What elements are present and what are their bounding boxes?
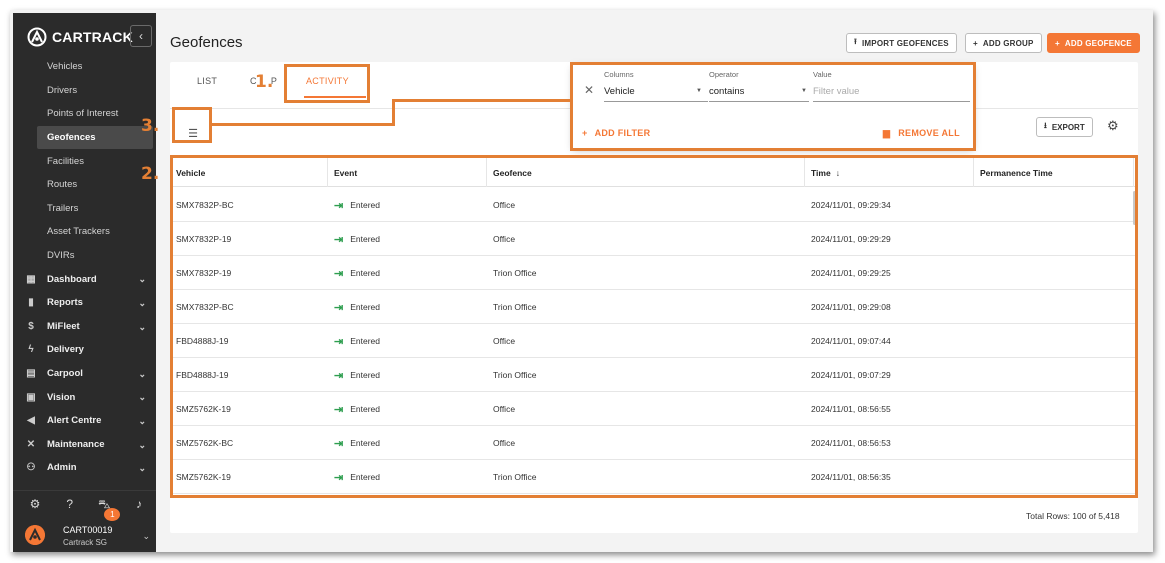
sidebar-item-label: Delivery [47, 344, 84, 356]
tab-list[interactable]: LIST [197, 76, 217, 86]
sidebar-item-reports[interactable]: ▮ Reports ⌄ [13, 291, 156, 315]
sidebar-item-maintenance[interactable]: ✕ Maintenance ⌄ [13, 433, 156, 457]
sidebar-item-trailers[interactable]: Trailers [13, 197, 156, 221]
collapse-sidebar-button[interactable]: ‹ [130, 25, 152, 47]
cartrack-logo[interactable]: CARTRACK [27, 25, 133, 49]
highlight-box-activity-tab [284, 64, 370, 103]
cartrack-logo-icon [27, 27, 47, 47]
account-name: CART00019 [63, 525, 113, 535]
plus-icon: + [973, 38, 978, 48]
sidebar-item-label: Maintenance [47, 438, 105, 450]
sidebar-item-label: Dashboard [47, 273, 97, 285]
sidebar-item-asset-trackers[interactable]: Asset Trackers [13, 220, 156, 244]
sidebar-item-label: Alert Centre [47, 415, 102, 427]
account-switcher[interactable]: CART00019 Cartrack SG ⌄ [25, 523, 150, 549]
add-group-button[interactable]: + ADD GROUP [965, 33, 1042, 53]
highlight-box-filter-icon [172, 107, 212, 143]
sidebar-item-dvirs[interactable]: DVIRs [13, 244, 156, 268]
sidebar-item-points-of-interest[interactable]: Points of Interest [13, 102, 156, 126]
highlight-box-filter-panel [570, 62, 976, 151]
sidebar-item-label: Carpool [47, 368, 83, 380]
page-title: Geofences [170, 34, 243, 51]
gear-icon[interactable]: ⚙ [1107, 118, 1119, 134]
dollar-icon: $ [28, 320, 34, 332]
button-label: ADD GEOFENCE [1064, 38, 1132, 48]
download-icon: ⭳ [1044, 121, 1047, 130]
sidebar-item-carpool[interactable]: ▤ Carpool ⌄ [13, 362, 156, 386]
button-label: ADD GROUP [982, 38, 1034, 48]
sidebar-item-label: MiFleet [47, 320, 80, 332]
sidebar-item-routes[interactable]: Routes [13, 173, 156, 197]
sidebar-item-mifleet[interactable]: $ MiFleet ⌄ [13, 315, 156, 339]
chevron-down-icon: ⌄ [142, 531, 150, 541]
tools-icon: ✕ [26, 438, 36, 450]
sidebar-item-admin[interactable]: ⚇ Admin ⌄ [13, 456, 156, 480]
calendar-icon: ▤ [26, 368, 36, 380]
chevron-down-icon: ⌄ [138, 297, 146, 308]
chevron-down-icon: ⌄ [138, 392, 146, 403]
connector-line [212, 123, 395, 126]
step-marker-1: 1. [255, 72, 274, 92]
sidebar-item-vehicles[interactable]: Vehicles [13, 55, 156, 79]
step-marker-3: 3. [141, 116, 160, 136]
sidebar-item-label: Admin [47, 462, 77, 474]
account-org: Cartrack SG [63, 538, 108, 547]
admin-icon: ⚇ [26, 462, 36, 474]
sidebar-item-geofences[interactable]: Geofences [37, 125, 153, 150]
reports-icon: ▮ [28, 297, 34, 309]
sidebar-item-facilities[interactable]: Facilities [13, 149, 156, 173]
connector-line [392, 99, 395, 126]
dashboard-icon: ▦ [26, 273, 36, 285]
sidebar-item-dashboard[interactable]: ▦ Dashboard ⌄ [13, 267, 156, 291]
notification-badge: 1 [104, 508, 121, 521]
plus-icon: + [1055, 38, 1060, 48]
video-icon: ▣ [26, 391, 36, 403]
import-geofences-button[interactable]: ⭱ IMPORT GEOFENCES [846, 33, 957, 53]
chevron-down-icon: ⌄ [138, 463, 146, 474]
chevron-down-icon: ⌄ [138, 321, 146, 332]
chevron-down-icon: ⌄ [138, 415, 146, 426]
chevron-left-icon: ‹ [139, 29, 143, 43]
total-rows-count: Total Rows: 100 of 5,418 [1026, 511, 1120, 521]
sidebar-item-delivery[interactable]: ϟ Delivery [13, 338, 156, 362]
sidebar-item-drivers[interactable]: Drivers [13, 79, 156, 103]
bolt-icon: ϟ [28, 344, 34, 356]
logo-text: CARTRACK [52, 29, 133, 45]
avatar [25, 525, 45, 545]
highlight-box-table [170, 155, 1138, 498]
app-window: CARTRACK ‹ Vehicles Drivers Points of In… [10, 10, 1153, 552]
connector-line [392, 99, 572, 102]
sidebar-item-vision[interactable]: ▣ Vision ⌄ [13, 385, 156, 409]
sidebar: CARTRACK ‹ Vehicles Drivers Points of In… [13, 13, 156, 552]
add-geofence-button[interactable]: + ADD GEOFENCE [1047, 33, 1140, 53]
button-label: IMPORT GEOFENCES [862, 38, 949, 48]
button-label: EXPORT [1051, 122, 1085, 132]
sidebar-item-label: Vision [47, 391, 76, 403]
upload-icon: ⭱ [854, 37, 857, 46]
step-marker-2: 2. [141, 164, 160, 184]
chevron-down-icon: ⌄ [138, 274, 146, 285]
megaphone-icon: ◀ [27, 415, 35, 427]
chevron-down-icon: ⌄ [138, 368, 146, 379]
sidebar-footer: ⚙ ? ⛍1 ♪ CART00019 Cartrack SG ⌄ [13, 490, 156, 552]
chevron-down-icon: ⌄ [138, 439, 146, 450]
sidebar-nav: Vehicles Drivers Points of Interest Geof… [13, 55, 156, 480]
sidebar-item-alert-centre[interactable]: ◀ Alert Centre ⌄ [13, 409, 156, 433]
export-button[interactable]: ⭳ EXPORT [1036, 117, 1093, 137]
sidebar-item-label: Reports [47, 297, 83, 309]
